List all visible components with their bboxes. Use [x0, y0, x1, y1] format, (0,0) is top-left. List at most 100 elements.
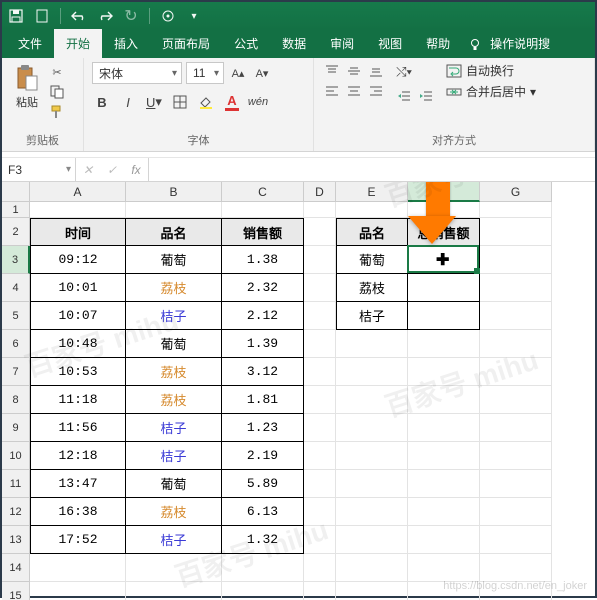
cut-icon[interactable]: ✂	[48, 64, 66, 80]
cell-D1[interactable]	[304, 202, 336, 218]
align-top-icon[interactable]	[322, 62, 342, 80]
tab-home[interactable]: 开始	[54, 29, 102, 58]
row-header-8[interactable]: 8	[2, 386, 30, 414]
cell-C6[interactable]: 1.39	[222, 330, 304, 358]
row-header-4[interactable]: 4	[2, 274, 30, 302]
cell-E15[interactable]	[336, 582, 408, 600]
cell-D7[interactable]	[304, 358, 336, 386]
cell-D9[interactable]	[304, 414, 336, 442]
col-header-G[interactable]: G	[480, 182, 552, 202]
cell-B5[interactable]: 桔子	[126, 302, 222, 330]
cell-F4[interactable]	[408, 274, 480, 302]
cell-A1[interactable]	[30, 202, 126, 218]
cell-B1[interactable]	[126, 202, 222, 218]
save-icon[interactable]	[8, 8, 24, 24]
cell-A7[interactable]: 10:53	[30, 358, 126, 386]
cell-D8[interactable]	[304, 386, 336, 414]
italic-button[interactable]: I	[118, 92, 138, 112]
align-right-icon[interactable]	[366, 82, 386, 100]
cell-E7[interactable]	[336, 358, 408, 386]
cell-E4[interactable]: 荔枝	[336, 274, 408, 302]
tab-view[interactable]: 视图	[366, 29, 414, 58]
cell-E14[interactable]	[336, 554, 408, 582]
cell-A8[interactable]: 11:18	[30, 386, 126, 414]
cell-C3[interactable]: 1.38	[222, 246, 304, 274]
align-left-icon[interactable]	[322, 82, 342, 100]
cell-B8[interactable]: 荔枝	[126, 386, 222, 414]
lightbulb-icon[interactable]	[462, 32, 488, 58]
cell-C11[interactable]: 5.89	[222, 470, 304, 498]
row-header-3[interactable]: 3	[2, 246, 30, 274]
cell-D6[interactable]	[304, 330, 336, 358]
tab-layout[interactable]: 页面布局	[150, 29, 222, 58]
underline-button[interactable]: U▾	[144, 92, 164, 112]
cell-B14[interactable]	[126, 554, 222, 582]
cell-A5[interactable]: 10:07	[30, 302, 126, 330]
cell-C5[interactable]: 2.12	[222, 302, 304, 330]
cell-A6[interactable]: 10:48	[30, 330, 126, 358]
name-box[interactable]: F3	[2, 158, 76, 181]
cell-G12[interactable]	[480, 498, 552, 526]
cell-F9[interactable]	[408, 414, 480, 442]
cell-E1[interactable]	[336, 202, 408, 218]
enter-icon[interactable]: ✓	[100, 163, 124, 177]
cell-F10[interactable]	[408, 442, 480, 470]
increase-indent-icon[interactable]	[416, 86, 436, 106]
cell-D3[interactable]	[304, 246, 336, 274]
wrap-text-button[interactable]: 自动换行	[446, 62, 536, 79]
cell-A3[interactable]: 09:12	[30, 246, 126, 274]
cell-F11[interactable]	[408, 470, 480, 498]
phonetic-button[interactable]: wén	[248, 92, 268, 112]
align-center-icon[interactable]	[344, 82, 364, 100]
col-header-C[interactable]: C	[222, 182, 304, 202]
cell-F2[interactable]: 总销售额	[408, 218, 480, 246]
row-header-2[interactable]: 2	[2, 218, 30, 246]
cell-C2[interactable]: 销售额	[222, 218, 304, 246]
cell-E8[interactable]	[336, 386, 408, 414]
new-icon[interactable]	[34, 8, 50, 24]
cell-E13[interactable]	[336, 526, 408, 554]
cell-A9[interactable]: 11:56	[30, 414, 126, 442]
col-header-B[interactable]: B	[126, 182, 222, 202]
copy-icon[interactable]	[48, 84, 66, 100]
tab-file[interactable]: 文件	[6, 29, 54, 58]
cell-G4[interactable]	[480, 274, 552, 302]
tab-formulas[interactable]: 公式	[222, 29, 270, 58]
cell-G7[interactable]	[480, 358, 552, 386]
row-header-11[interactable]: 11	[2, 470, 30, 498]
decrease-font-icon[interactable]: A▾	[252, 63, 272, 83]
cell-F8[interactable]	[408, 386, 480, 414]
cell-E10[interactable]	[336, 442, 408, 470]
cell-C9[interactable]: 1.23	[222, 414, 304, 442]
cell-C10[interactable]: 2.19	[222, 442, 304, 470]
paste-button[interactable]: 粘贴	[10, 62, 44, 112]
decrease-indent-icon[interactable]	[394, 86, 414, 106]
worksheet[interactable]: ABCDEFG 123456789101112131415 时间品名销售额品名总…	[2, 182, 595, 600]
tell-me-search[interactable]: 操作说明搜	[488, 29, 562, 58]
cell-E12[interactable]	[336, 498, 408, 526]
cell-D4[interactable]	[304, 274, 336, 302]
increase-font-icon[interactable]: A▴	[228, 63, 248, 83]
cell-G3[interactable]	[480, 246, 552, 274]
cell-B9[interactable]: 桔子	[126, 414, 222, 442]
cell-C4[interactable]: 2.32	[222, 274, 304, 302]
cell-G14[interactable]	[480, 554, 552, 582]
cell-G10[interactable]	[480, 442, 552, 470]
cell-D14[interactable]	[304, 554, 336, 582]
cell-B7[interactable]: 荔枝	[126, 358, 222, 386]
cell-D2[interactable]	[304, 218, 336, 246]
cell-B15[interactable]	[126, 582, 222, 600]
cell-F14[interactable]	[408, 554, 480, 582]
cell-D12[interactable]	[304, 498, 336, 526]
cell-G8[interactable]	[480, 386, 552, 414]
cell-D11[interactable]	[304, 470, 336, 498]
cell-B6[interactable]: 葡萄	[126, 330, 222, 358]
cell-A13[interactable]: 17:52	[30, 526, 126, 554]
cell-A12[interactable]: 16:38	[30, 498, 126, 526]
cell-F3[interactable]	[408, 246, 480, 274]
col-header-A[interactable]: A	[30, 182, 126, 202]
cell-A10[interactable]: 12:18	[30, 442, 126, 470]
row-header-5[interactable]: 5	[2, 302, 30, 330]
col-header-F[interactable]: F	[408, 182, 480, 202]
fill-color-button[interactable]	[196, 92, 216, 112]
